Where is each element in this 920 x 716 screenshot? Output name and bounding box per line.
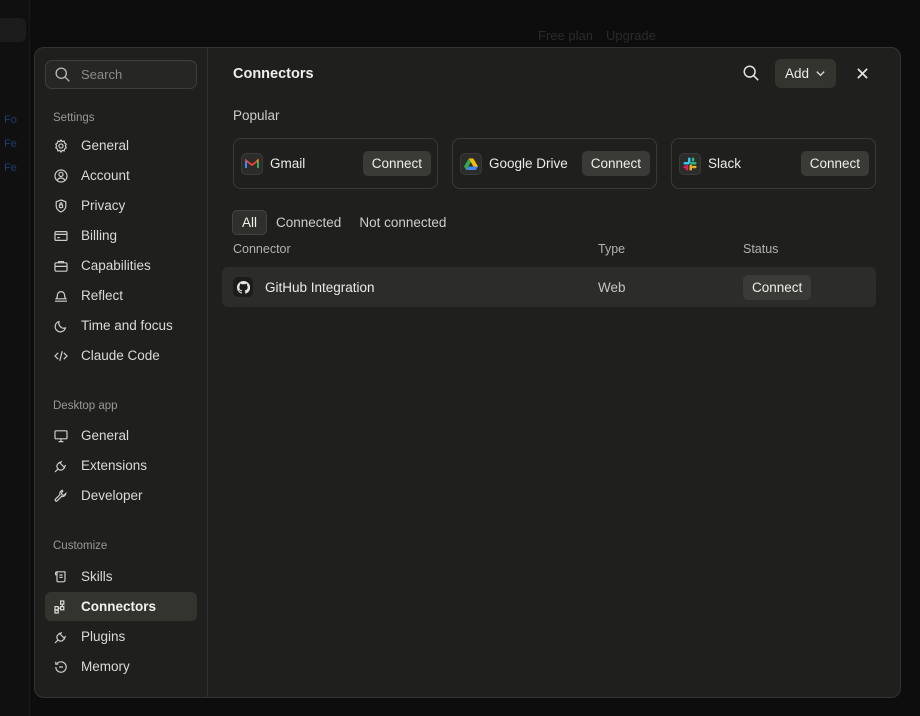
gmail-icon: [241, 152, 263, 175]
sidebar-item-account[interactable]: Account: [45, 161, 197, 190]
sidebar-item-label: General: [81, 428, 130, 443]
sidebar-item-label: Claude Code: [81, 348, 160, 363]
close-button[interactable]: [848, 59, 876, 87]
backdrop-link: Fe: [4, 138, 17, 150]
briefcase-icon: [54, 260, 68, 272]
backdrop-link: Fo: [4, 114, 17, 126]
tab-connected[interactable]: Connected: [267, 210, 350, 235]
column-header-status: Status: [743, 242, 779, 256]
sidebar-item-label: Connectors: [81, 599, 157, 614]
tab-all[interactable]: All: [232, 210, 268, 235]
user-circle-icon: [54, 168, 68, 183]
plug-icon: [54, 631, 67, 643]
popular-cards: Gmail Connect Google Drive Connect Slack…: [233, 138, 876, 189]
tab-not-connected[interactable]: Not connected: [350, 210, 455, 235]
section-title-customize: Customize: [53, 540, 108, 552]
backdrop-plan: Free plan: [538, 28, 593, 43]
sidebar-item-privacy[interactable]: Privacy: [45, 191, 197, 220]
sidebar-item-general[interactable]: General: [45, 131, 197, 160]
sidebar-item-reflect[interactable]: Reflect: [45, 281, 197, 310]
github-icon: [233, 277, 253, 297]
chevron-down-icon: [816, 70, 825, 76]
connect-button[interactable]: Connect: [800, 151, 869, 176]
sidebar-item-memory[interactable]: Memory: [45, 652, 197, 681]
card-slack: Slack Connect: [671, 138, 876, 189]
close-icon: [856, 67, 868, 79]
sidebar-item-desktop-general[interactable]: General: [45, 421, 197, 450]
sidebar-item-label: Developer: [81, 488, 143, 503]
sidebar-item-connectors[interactable]: Connectors: [45, 592, 197, 621]
memory-icon: [55, 660, 67, 673]
column-header-type: Type: [598, 242, 626, 256]
connector-type: Web: [598, 279, 626, 295]
sidebar-item-plugins[interactable]: Plugins: [45, 622, 197, 651]
wrench-icon: [54, 489, 67, 502]
sidebar-item-extensions[interactable]: Extensions: [45, 451, 197, 480]
sidebar-item-label: Capabilities: [81, 258, 151, 273]
sidebar-item-label: Extensions: [81, 458, 148, 473]
plug-icon: [54, 460, 67, 472]
sidebar-item-time-and-focus[interactable]: Time and focus: [45, 311, 197, 340]
page-title: Connectors: [233, 66, 314, 82]
sidebar-item-label: Privacy: [81, 198, 126, 213]
sidebar-item-label: Memory: [81, 659, 130, 674]
moon-icon: [54, 320, 67, 332]
connect-button[interactable]: Connect: [743, 274, 812, 300]
scroll-icon: [54, 570, 66, 582]
backdrop-sidebar: Fo Fe Fe: [0, 0, 30, 716]
panel-header: Connectors Add: [233, 48, 876, 98]
section-title-settings: Settings: [53, 112, 95, 124]
section-title-desktop-app: Desktop app: [53, 400, 118, 412]
card-name: Slack: [708, 156, 742, 171]
column-header-connector: Connector: [233, 242, 291, 256]
sidebar-item-billing[interactable]: Billing: [45, 221, 197, 250]
slack-icon: [679, 152, 701, 175]
sidebar-item-label: Skills: [81, 569, 113, 584]
search-icon: [55, 67, 70, 82]
code-icon: [54, 350, 68, 361]
connect-button[interactable]: Connect: [362, 151, 431, 176]
backdrop-upgrade: Upgrade: [606, 28, 656, 43]
sidebar-item-label: Account: [81, 168, 130, 183]
add-button[interactable]: Add: [774, 58, 836, 88]
settings-modal: Settings General Account Privacy Billing…: [34, 47, 901, 698]
sidebar-item-skills[interactable]: Skills: [45, 562, 197, 591]
search-button[interactable]: [737, 59, 765, 87]
connect-button[interactable]: Connect: [581, 151, 650, 176]
shield-icon: [55, 198, 67, 213]
filter-tabs: All Connected Not connected: [232, 210, 876, 235]
backdrop-link: Fe: [4, 162, 17, 174]
bell-icon: [54, 290, 68, 302]
table-row[interactable]: GitHub Integration Web Connect: [222, 267, 876, 307]
card-name: Google Drive: [489, 156, 568, 171]
sidebar-item-claude-code[interactable]: Claude Code: [45, 341, 197, 370]
sidebar-item-capabilities[interactable]: Capabilities: [45, 251, 197, 280]
card-gmail: Gmail Connect: [233, 138, 438, 189]
sidebar-item-label: Plugins: [81, 629, 126, 644]
sidebar-item-developer[interactable]: Developer: [45, 481, 197, 510]
settings-sidebar: Settings General Account Privacy Billing…: [35, 48, 208, 697]
sidebar-item-label: Billing: [81, 228, 118, 243]
add-label: Add: [784, 65, 809, 81]
connectors-panel: Connectors Add Popular Gmail Connect Goo…: [208, 48, 900, 697]
google-drive-icon: [460, 152, 482, 175]
credit-card-icon: [54, 230, 68, 241]
backdrop-pill: [0, 18, 26, 42]
table-header: Connector Type Status: [233, 242, 876, 258]
connectors-icon: [54, 599, 65, 614]
search-input[interactable]: [81, 67, 191, 82]
card-google-drive: Google Drive Connect: [452, 138, 657, 189]
search-icon: [743, 65, 759, 81]
monitor-icon: [54, 429, 68, 442]
sidebar-item-label: Reflect: [81, 288, 124, 303]
search-box[interactable]: [45, 60, 197, 89]
card-name: Gmail: [270, 156, 306, 171]
sidebar-item-label: General: [81, 138, 130, 153]
connector-name: GitHub Integration: [265, 279, 375, 295]
gear-icon: [55, 138, 67, 153]
popular-heading: Popular: [233, 108, 280, 123]
sidebar-item-label: Time and focus: [81, 318, 173, 333]
